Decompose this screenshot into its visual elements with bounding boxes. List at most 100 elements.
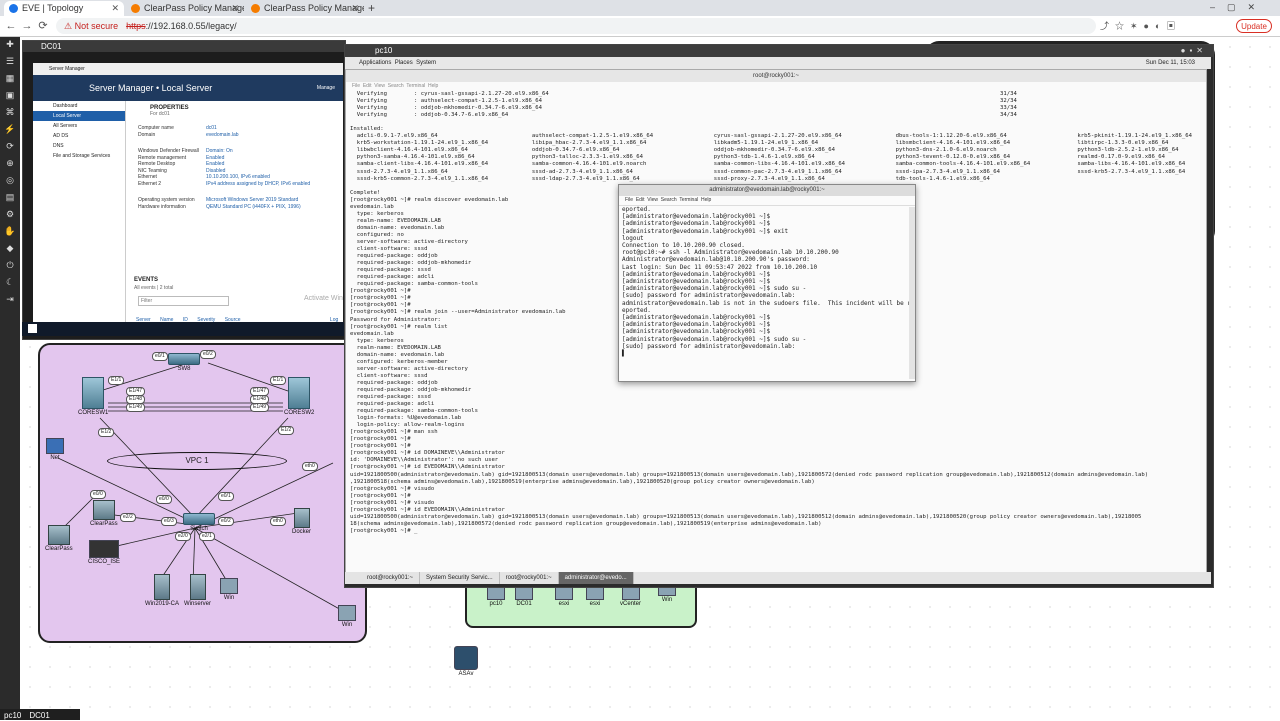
node-win-2[interactable]: Win [338,605,356,628]
events-filter-input[interactable] [138,296,229,306]
zoom-icon[interactable]: ⊕ [0,156,20,170]
console-tab-dc01[interactable]: DC01 [25,711,53,720]
node-cisco-ise[interactable]: CISCO_ISE [88,540,120,565]
node-coresw1[interactable]: CORESW1 [78,377,108,416]
server-manager-titlebar[interactable]: Server Manager [33,63,343,75]
windows-start-icon[interactable] [28,324,37,333]
property-value[interactable]: Domain: On [206,148,233,154]
taskbar-item-sssd[interactable]: System Security Servic... [420,572,500,584]
image-icon[interactable]: ▣ [0,88,20,102]
node-win2019-ca[interactable]: Win2019-CA [145,574,179,607]
not-secure-badge[interactable]: ⚠ Not secure [64,21,118,31]
tab-clearpass-2[interactable]: ClearPass Policy Manager - Aruba✕ [246,1,364,16]
property-value[interactable]: Enabled [206,155,224,161]
new-tab-button[interactable]: + [368,0,375,16]
node-switch[interactable]: Switch [183,513,215,532]
menu-file[interactable]: File [352,83,360,89]
sidebar-item-all-servers[interactable]: All Servers [33,121,125,131]
tag-icon[interactable]: ◆ [0,241,20,255]
property-value[interactable]: Enabled [206,161,224,167]
browser-tab-strip: EVE | Topology✕ ClearPass Policy Manager… [0,0,1280,16]
root-terminal-title[interactable]: root@rocky001:~ [346,70,1206,82]
menu-help[interactable]: Help [701,197,711,203]
menu-search[interactable]: Search [388,83,404,89]
admin-terminal-scrollbar[interactable] [909,207,915,379]
menu-places[interactable]: Places [395,60,413,66]
menu-system[interactable]: System [416,60,436,66]
property-value[interactable]: Disabled [206,168,225,174]
menu-help[interactable]: Help [428,83,438,89]
switch-icon [168,353,200,365]
close-tab-icon[interactable]: ✕ [351,1,359,16]
node-sw8[interactable]: SW8 [168,353,200,372]
refresh-icon[interactable]: ⟳ [0,139,20,153]
window-controls[interactable]: –▢✕ [1210,2,1267,13]
menu-terminal[interactable]: Terminal [679,197,698,203]
node-icon[interactable]: ▦ [0,71,20,85]
console-tab-pc10[interactable]: pc10 [0,711,25,720]
back-icon[interactable]: ← [4,19,18,33]
power-icon[interactable]: ⏻ [0,258,20,272]
address-bar[interactable]: ⚠ Not secure https://192.168.0.55/legacy/ [56,18,1096,34]
taskbar-item-root-terminal-2[interactable]: root@rocky001:~ [500,572,559,584]
port-label: e0/3 [161,517,177,526]
pc10-window-title[interactable]: pc10 [345,45,1213,57]
menu-applications[interactable]: Applications [359,60,391,66]
menu-view[interactable]: View [647,197,658,203]
menu-edit[interactable]: Edit [636,197,645,203]
tab-eve-topology[interactable]: EVE | Topology ✕ [4,1,124,16]
property-value[interactable]: evedomain.lab [206,132,239,138]
node-asav[interactable]: ASAv [454,646,478,677]
node-docker[interactable]: Docker [292,508,311,535]
list-icon[interactable]: ☰ [0,54,20,68]
node-winserver[interactable]: Winserver [184,574,211,607]
panel-clock[interactable]: Sun Dec 11, 15:03 [1146,57,1195,69]
taskbar-item-root-terminal[interactable]: root@rocky001:~ [361,572,420,584]
settings-icon[interactable]: ⚙ [0,207,20,221]
sidebar-item-dashboard[interactable]: Dashboard [33,101,125,111]
property-value[interactable]: QEMU Standard PC (i440FX + PIIX, 1996) [206,204,301,210]
menu-view[interactable]: View [374,83,385,89]
extension-icons[interactable]: ⤴☆✶●◐▣ [1100,19,1181,32]
lock-icon[interactable]: ▤ [0,190,20,204]
sidebar-item-file-storage[interactable]: File and Storage Services [33,151,125,161]
bolt-icon[interactable]: ⚡ [0,122,20,136]
node-coresw2[interactable]: CORESW2 [284,377,314,416]
globe-icon[interactable]: ◎ [0,173,20,187]
add-icon[interactable]: ✚ [0,37,20,51]
property-value[interactable]: Microsoft Windows Server 2019 Standard [206,197,298,203]
sidebar-item-ad-ds[interactable]: AD DS [33,131,125,141]
logout-icon[interactable]: ⇥ [0,292,20,306]
tab-clearpass-1[interactable]: ClearPass Policy Manager - Aruba✕ [126,1,244,16]
property-value[interactable]: IPv4 address assigned by DHCP, IPv6 enab… [206,181,310,187]
sidebar-item-local-server[interactable]: Local Server [33,111,125,121]
node-net[interactable]: Net [46,438,64,461]
dc01-window-title[interactable]: DC01 [23,41,345,52]
node-win-1[interactable]: Win [220,578,238,601]
admin-terminal-output[interactable]: eported. [administrator@evedomain.lab@ro… [619,206,915,357]
property-value[interactable]: dc01 [206,125,217,131]
node-clearpass-1[interactable]: ClearPass [90,500,118,527]
forward-icon[interactable]: → [20,19,34,33]
menu-terminal[interactable]: Terminal [406,83,425,89]
close-tab-icon[interactable]: ✕ [231,1,239,16]
pc10-window-controls[interactable]: ●▪✕ [1181,46,1207,55]
server-icon [189,574,206,600]
vpc1-cloud[interactable]: VPC 1 [107,452,287,470]
hand-icon[interactable]: ✋ [0,224,20,238]
reload-icon[interactable]: ⟳ [36,19,50,33]
admin-terminal-title[interactable]: administrator@evedomain.lab@rocky001:~ [619,185,915,196]
property-value[interactable]: 10.10.200.100, IPv6 enabled [206,174,270,180]
close-tab-icon[interactable]: ✕ [111,1,119,16]
manage-menu[interactable]: Manage [317,75,335,101]
menu-search[interactable]: Search [661,197,677,203]
menu-edit[interactable]: Edit [363,83,372,89]
menu-file[interactable]: File [625,197,633,203]
network-icon[interactable]: ⌘ [0,105,20,119]
taskbar-item-admin-terminal[interactable]: administrator@evedo... [558,572,634,584]
sidebar-item-dns[interactable]: DNS [33,141,125,151]
admin-terminal-window[interactable]: administrator@evedomain.lab@rocky001:~ F… [618,184,916,382]
update-button[interactable]: Update [1236,19,1272,33]
node-clearpass-2[interactable]: ClearPass [45,525,73,552]
moon-icon[interactable]: ☾ [0,275,20,289]
